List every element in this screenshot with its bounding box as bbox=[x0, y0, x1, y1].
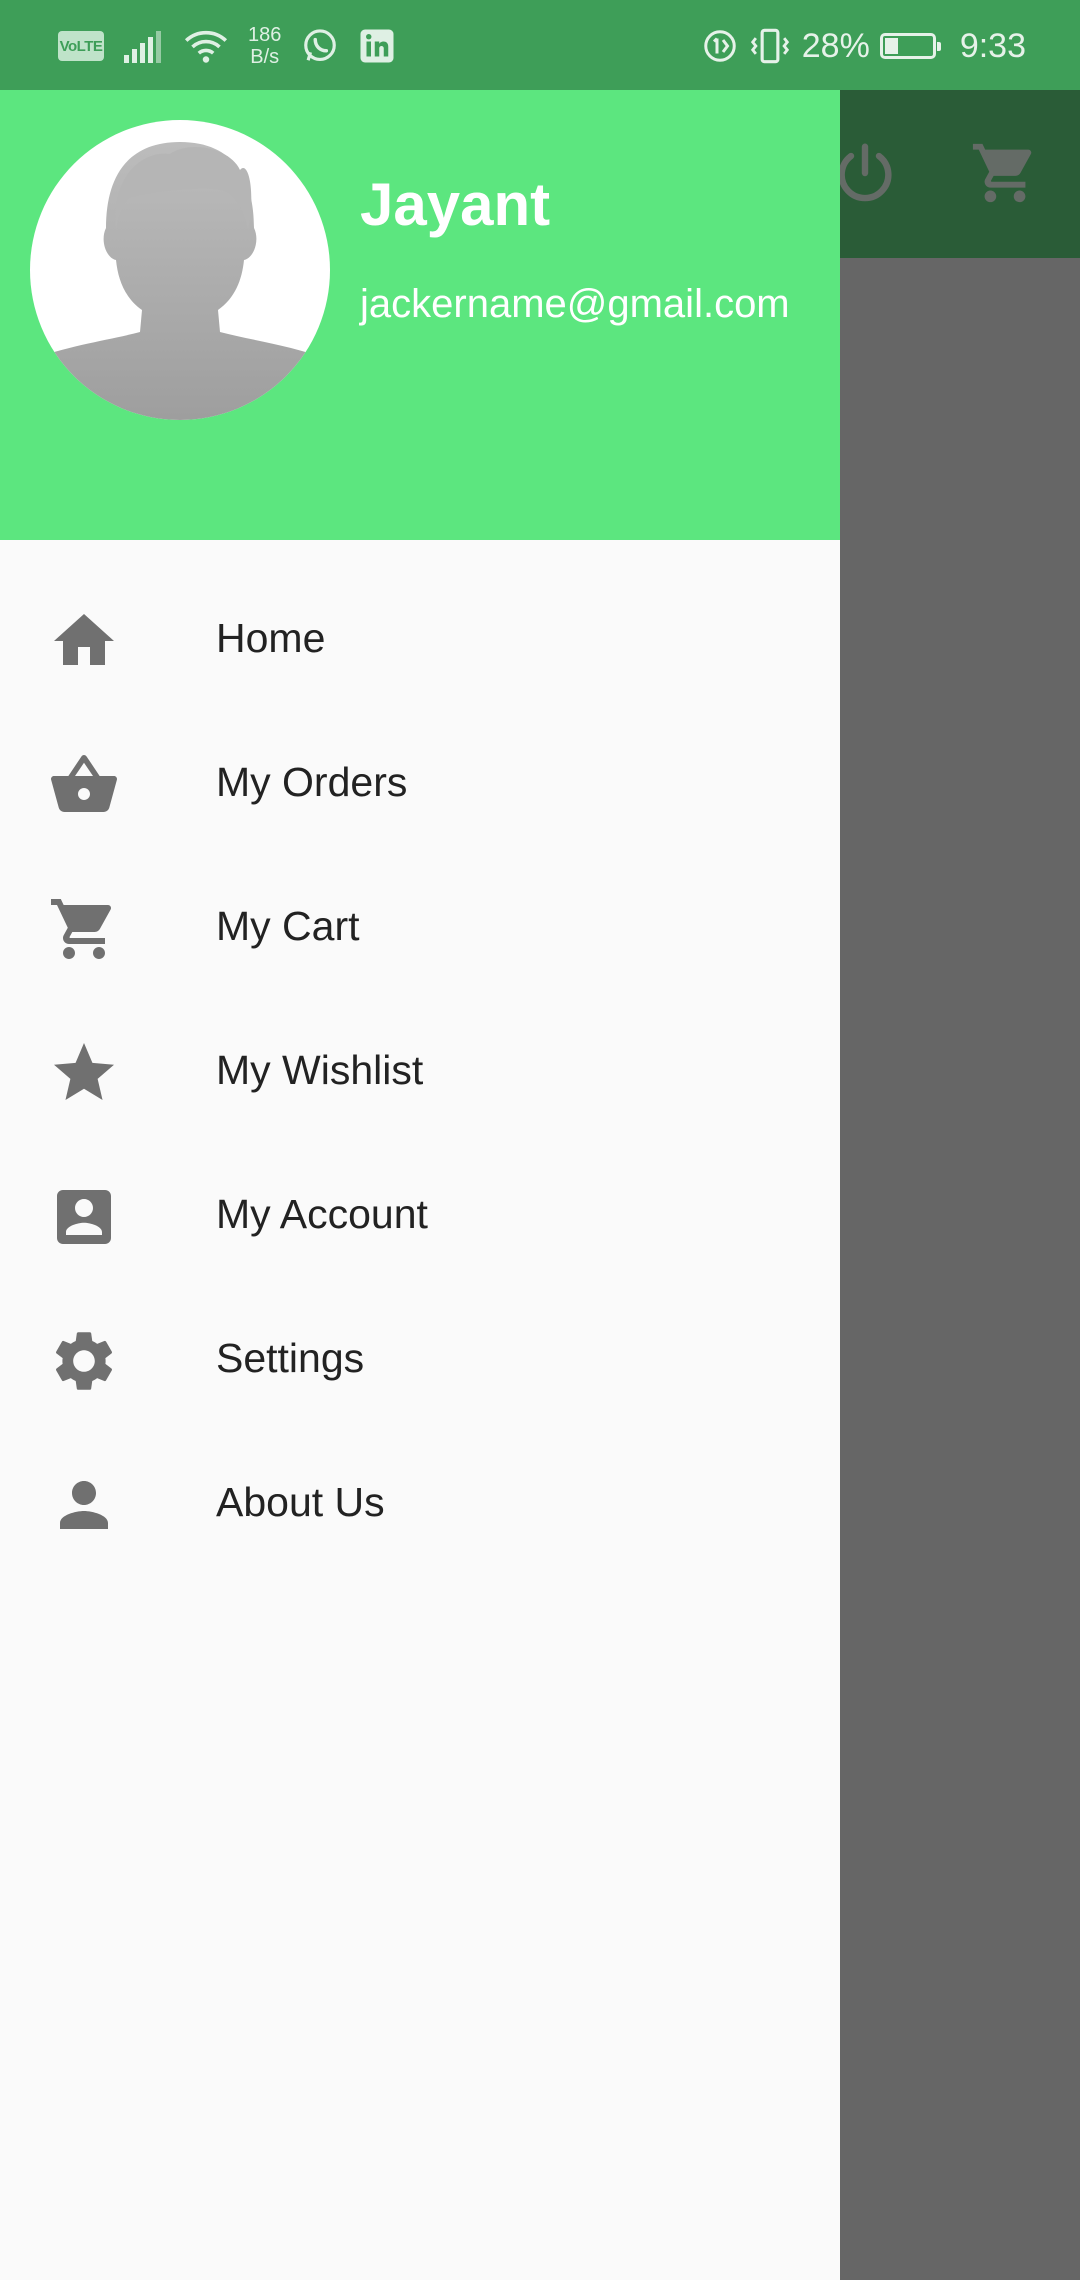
account-box-icon bbox=[57, 1190, 111, 1244]
net-speed: 186 B/s bbox=[248, 24, 281, 68]
user-name: Jayant bbox=[360, 171, 551, 238]
drawer-item-my-cart[interactable]: My Cart bbox=[0, 853, 840, 997]
drawer-item-my-orders[interactable]: My Orders bbox=[0, 709, 840, 853]
drawer-item-about-us[interactable]: About Us bbox=[0, 1429, 840, 1573]
battery-icon bbox=[879, 33, 941, 59]
gear-icon bbox=[55, 1332, 113, 1390]
vibrate-icon bbox=[750, 28, 789, 64]
home-icon bbox=[54, 614, 114, 665]
drawer-item-settings[interactable]: Settings bbox=[0, 1285, 840, 1429]
whatsapp-icon bbox=[304, 29, 337, 62]
volte-badge: VoLTE bbox=[58, 31, 104, 61]
power-icon[interactable] bbox=[830, 138, 900, 208]
signal-icon bbox=[124, 31, 161, 63]
drawer-item-label: Home bbox=[216, 615, 326, 661]
status-bar: VoLTE 186 B/s 28% 9:33 bbox=[0, 0, 1080, 90]
battery-percent: 28% bbox=[801, 26, 870, 65]
linkedin-icon bbox=[360, 29, 394, 63]
star-icon bbox=[54, 1043, 114, 1100]
drawer-item-label: About Us bbox=[216, 1479, 385, 1525]
drawer-item-label: My Cart bbox=[216, 903, 360, 949]
drawer-item-home[interactable]: Home bbox=[0, 565, 840, 709]
person-icon bbox=[60, 1481, 108, 1529]
drawer-item-label: Settings bbox=[216, 1335, 365, 1381]
basket-icon bbox=[51, 755, 117, 812]
user-email: jackername@gmail.com bbox=[360, 282, 790, 326]
cart-icon bbox=[51, 899, 112, 959]
drawer-item-my-account[interactable]: My Account bbox=[0, 1141, 840, 1285]
drawer-menu: Home My Orders My Cart My Wishlist My Ac… bbox=[0, 565, 840, 1573]
battery-level bbox=[884, 38, 898, 54]
drawer-item-label: My Wishlist bbox=[216, 1047, 424, 1093]
drawer-item-label: My Account bbox=[216, 1191, 428, 1237]
profile-silhouette-icon bbox=[30, 142, 330, 420]
navigation-drawer: Jayant jackername@gmail.com Home My Orde… bbox=[0, 0, 840, 2280]
avatar[interactable] bbox=[30, 120, 330, 420]
net-speed-value: 186 bbox=[248, 24, 282, 46]
clock: 9:33 bbox=[959, 26, 1026, 65]
net-speed-unit: B/s bbox=[250, 46, 280, 68]
wifi-icon bbox=[184, 30, 228, 63]
drawer-item-label: My Orders bbox=[216, 759, 408, 805]
data-saver-icon bbox=[704, 30, 736, 62]
cart-icon[interactable] bbox=[970, 138, 1040, 208]
drawer-item-my-wishlist[interactable]: My Wishlist bbox=[0, 997, 840, 1141]
